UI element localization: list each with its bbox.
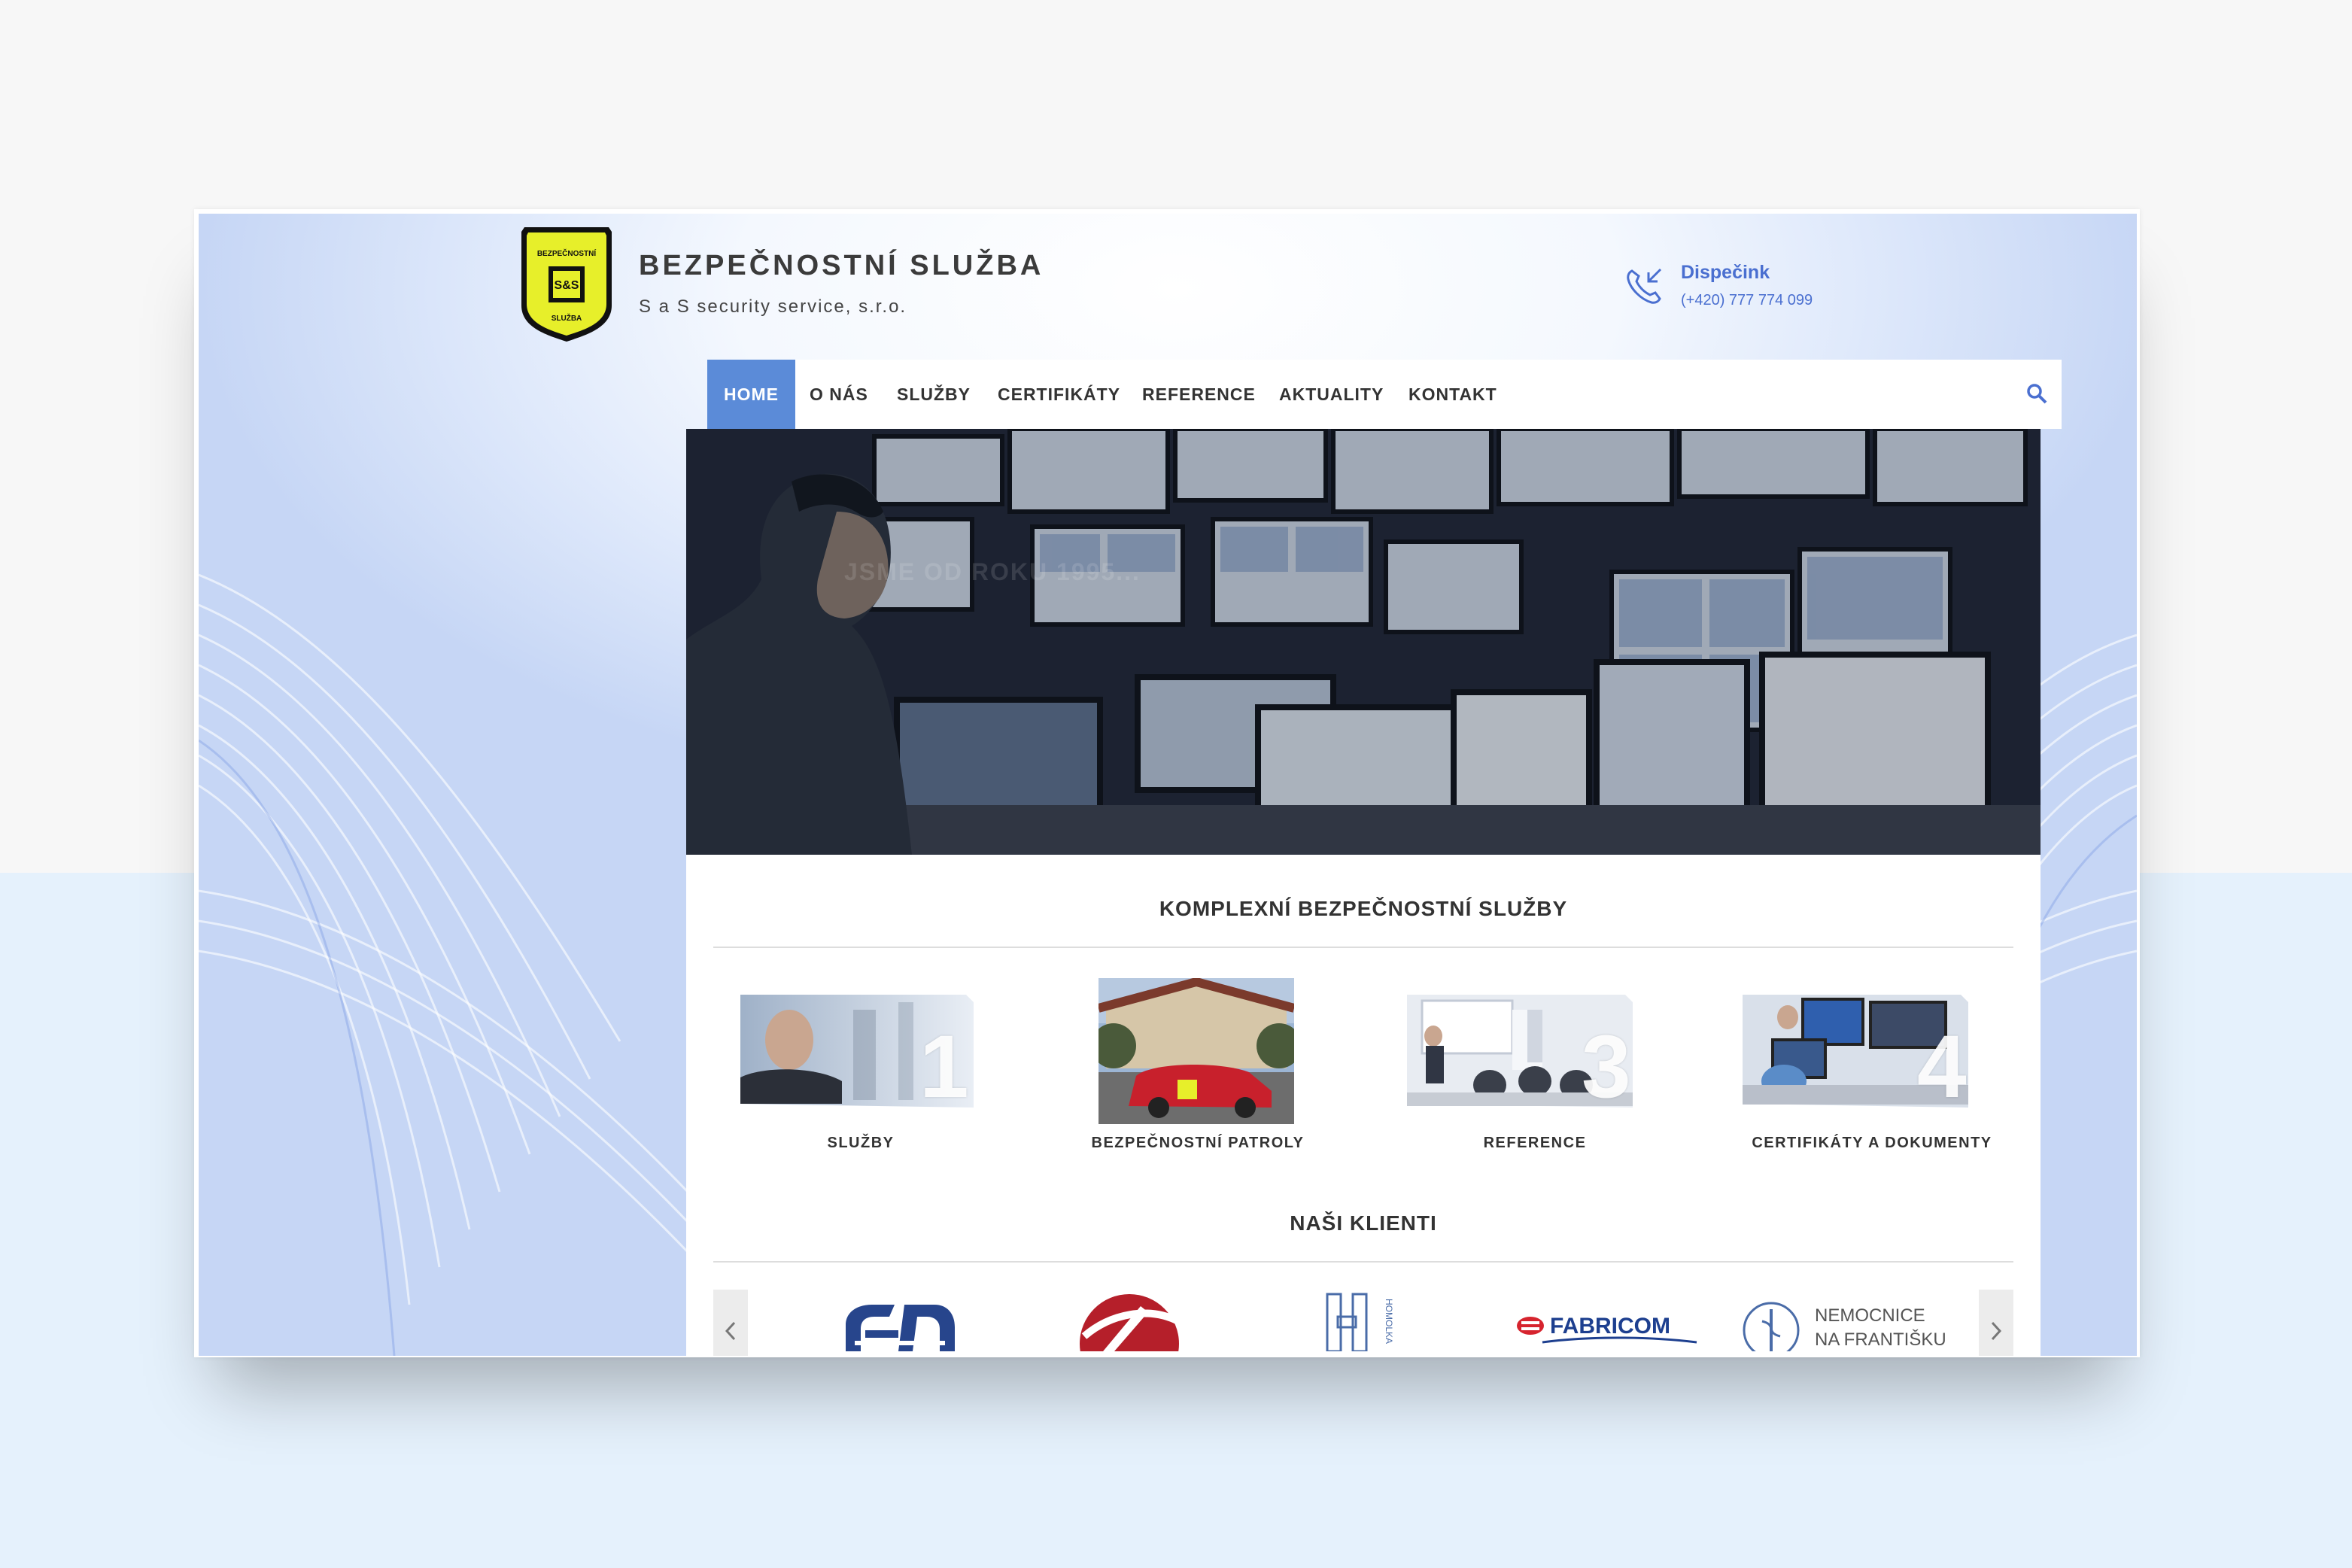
nav-certifikaty[interactable]: CERTIFIKÁTY: [998, 360, 1120, 429]
service-label-patroly[interactable]: BEZPEČNOSTNÍ PATROLY: [1025, 1135, 1371, 1152]
service-label-sluzby[interactable]: SLUŽBY: [688, 1135, 1034, 1152]
hero-image: [686, 429, 2041, 855]
client-logo-2: [1080, 1294, 1181, 1351]
nav-o-nas[interactable]: O NÁS: [810, 360, 868, 429]
client-logo-cd: [846, 1305, 955, 1351]
dispatch-label: Dispečink: [1681, 262, 1770, 283]
service-label-reference[interactable]: REFERENCE: [1362, 1135, 1708, 1152]
phone-icon: [1627, 268, 1662, 304]
nav-aktuality[interactable]: AKTUALITY: [1279, 360, 1384, 429]
svg-text:HOMOLKA: HOMOLKA: [1384, 1299, 1394, 1344]
clients-divider: [713, 1261, 2013, 1263]
clients-prev-button[interactable]: [713, 1290, 748, 1356]
nav-sluzby[interactable]: SLUŽBY: [897, 360, 971, 429]
chevron-left-icon: [725, 1321, 736, 1341]
svg-text:NEMOCNICE: NEMOCNICE: [1815, 1305, 1925, 1326]
service-number-4: 4: [1917, 1017, 1967, 1117]
services-divider: [713, 947, 2013, 948]
browser-frame: S&S BEZPEČNOSTNÍ SLUŽBA BEZPEČNOSTNÍ SLU…: [194, 209, 2140, 1357]
content-area: KOMPLEXNÍ BEZPEČNOSTNÍ SLUŽBY 1 SLUŽBY B…: [686, 855, 2041, 1356]
search-icon[interactable]: [2025, 382, 2048, 405]
client-logo-nemocnice: NEMOCNICE NA FRANTIŠKU: [1743, 1302, 1946, 1351]
clients-title: NAŠI KLIENTI: [1290, 1211, 1437, 1235]
hero-caption: JSME OD ROKU 1995...: [844, 558, 1141, 585]
services-title: KOMPLEXNÍ BEZPEČNOSTNÍ SLUŽBY: [1159, 897, 1568, 920]
brand-subtitle: S a S security service, s.r.o.: [639, 296, 907, 317]
dispatch-phone[interactable]: (+420) 777 774 099: [1681, 292, 1813, 309]
clients-next-button[interactable]: [1979, 1290, 2013, 1356]
nav-reference[interactable]: REFERENCE: [1142, 360, 1256, 429]
service-number-3: 3: [1582, 1017, 1631, 1117]
main-navigation: HOME O NÁS SLUŽBY CERTIFIKÁTY REFERENCE …: [707, 360, 2062, 429]
brand-title[interactable]: BEZPEČNOSTNÍ SLUŽBA: [639, 250, 1044, 282]
service-label-certifikaty[interactable]: CERTIFIKÁTY A DOKUMENTY: [1699, 1135, 2045, 1152]
service-number-1: 1: [919, 1017, 969, 1117]
svg-text:BEZPEČNOSTNÍ: BEZPEČNOSTNÍ: [537, 248, 597, 258]
company-logo[interactable]: S&S BEZPEČNOSTNÍ SLUŽBA: [517, 223, 616, 345]
hero-slider[interactable]: JSME OD ROKU 1995...: [686, 429, 2041, 855]
website-screen: S&S BEZPEČNOSTNÍ SLUŽBA BEZPEČNOSTNÍ SLU…: [199, 214, 2137, 1356]
chevron-right-icon: [1991, 1321, 2002, 1341]
client-logo-homolka: HOMOLKA: [1326, 1293, 1394, 1351]
svg-text:S&S: S&S: [555, 279, 579, 292]
svg-text:FABRICOM: FABRICOM: [1550, 1314, 1670, 1339]
service-image-patroly[interactable]: [1099, 978, 1294, 1124]
svg-text:NA FRANTIŠKU: NA FRANTIŠKU: [1815, 1329, 1946, 1350]
client-logo-fabricom: FABRICOM: [1517, 1314, 1697, 1344]
nav-kontakt[interactable]: KONTAKT: [1408, 360, 1497, 429]
nav-home[interactable]: HOME: [707, 360, 795, 429]
svg-text:SLUŽBA: SLUŽBA: [552, 313, 582, 323]
